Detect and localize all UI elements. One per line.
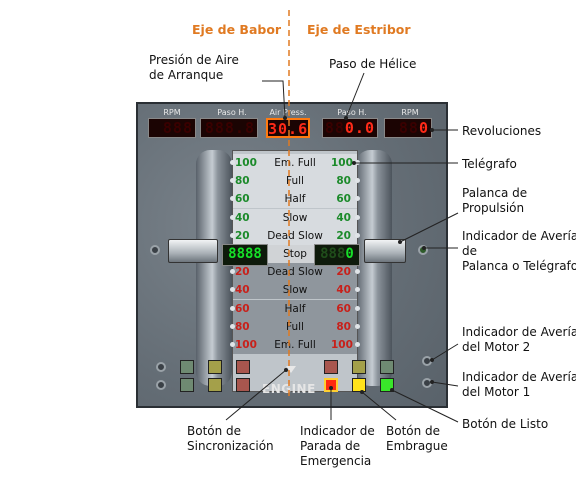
leader-sync: [225, 369, 287, 421]
leader-air-pressure: [262, 80, 286, 119]
annotation-lines: [225, 10, 459, 423]
leader-engine1: [431, 381, 459, 387]
leader-ready: [391, 389, 459, 423]
leader-clutch: [361, 391, 397, 421]
leader-pitch: [345, 72, 365, 119]
leader-engine2: [431, 343, 459, 361]
leader-lever: [399, 212, 459, 243]
